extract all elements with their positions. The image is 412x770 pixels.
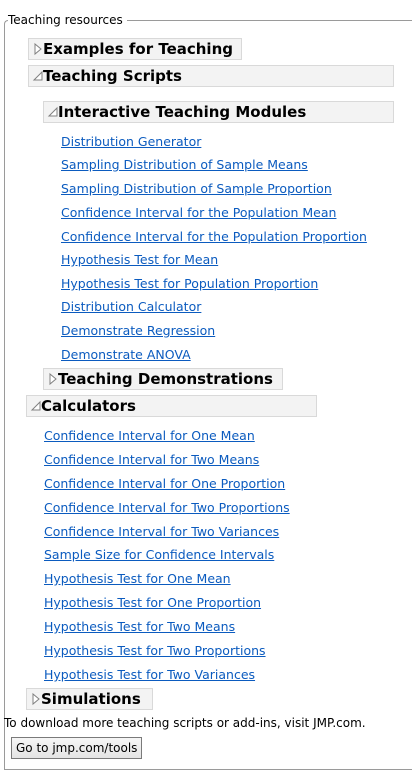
- link-ci-one-mean[interactable]: Confidence Interval for One Mean: [44, 428, 255, 444]
- disclosure-collapsed-icon[interactable]: [33, 42, 45, 56]
- link-ci-population-proportion[interactable]: Confidence Interval for the Population P…: [61, 229, 367, 245]
- outline-interactive-teaching-modules[interactable]: Interactive Teaching Modules: [43, 101, 394, 123]
- outline-label: Calculators: [41, 397, 136, 415]
- link-ht-two-means[interactable]: Hypothesis Test for Two Means: [44, 619, 235, 635]
- outline-teaching-scripts[interactable]: Teaching Scripts: [28, 65, 394, 87]
- outline-examples-for-teaching[interactable]: Examples for Teaching: [28, 38, 242, 60]
- link-demonstrate-regression[interactable]: Demonstrate Regression: [61, 323, 215, 339]
- link-ci-two-means[interactable]: Confidence Interval for Two Means: [44, 452, 259, 468]
- disclosure-expanded-icon[interactable]: [47, 106, 59, 120]
- link-ci-two-proportions[interactable]: Confidence Interval for Two Proportions: [44, 500, 290, 516]
- link-demonstrate-anova[interactable]: Demonstrate ANOVA: [61, 347, 191, 363]
- outline-simulations[interactable]: Simulations: [26, 688, 153, 710]
- outline-label: Teaching Scripts: [43, 67, 182, 85]
- disclosure-expanded-icon[interactable]: [30, 400, 42, 414]
- link-distribution-calculator[interactable]: Distribution Calculator: [61, 299, 201, 315]
- outline-teaching-demonstrations[interactable]: Teaching Demonstrations: [43, 368, 283, 390]
- outline-label: Interactive Teaching Modules: [58, 103, 307, 121]
- link-sampling-distribution-means[interactable]: Sampling Distribution of Sample Means: [61, 157, 308, 173]
- link-hypothesis-test-population-proportion[interactable]: Hypothesis Test for Population Proportio…: [61, 276, 318, 292]
- link-sampling-distribution-proportion[interactable]: Sampling Distribution of Sample Proporti…: [61, 181, 332, 197]
- link-ht-two-variances[interactable]: Hypothesis Test for Two Variances: [44, 667, 255, 683]
- go-to-jmp-tools-button[interactable]: Go to jmp.com/tools: [11, 737, 143, 759]
- link-distribution-generator[interactable]: Distribution Generator: [61, 134, 201, 150]
- teaching-resources-window: Teaching resources Examples for Teaching…: [0, 0, 412, 770]
- link-ci-two-variances[interactable]: Confidence Interval for Two Variances: [44, 524, 279, 540]
- outline-label: Examples for Teaching: [43, 40, 233, 58]
- outline-label: Teaching Demonstrations: [58, 370, 273, 388]
- disclosure-collapsed-icon[interactable]: [48, 372, 60, 386]
- link-hypothesis-test-mean[interactable]: Hypothesis Test for Mean: [61, 252, 218, 268]
- link-ci-one-proportion[interactable]: Confidence Interval for One Proportion: [44, 476, 285, 492]
- link-ht-one-proportion[interactable]: Hypothesis Test for One Proportion: [44, 595, 261, 611]
- disclosure-expanded-icon[interactable]: [32, 70, 44, 84]
- link-sample-size-ci[interactable]: Sample Size for Confidence Intervals: [44, 547, 274, 563]
- link-ht-one-mean[interactable]: Hypothesis Test for One Mean: [44, 571, 231, 587]
- link-ci-population-mean[interactable]: Confidence Interval for the Population M…: [61, 205, 336, 221]
- link-ht-two-proportions[interactable]: Hypothesis Test for Two Proportions: [44, 643, 266, 659]
- outline-label: Simulations: [41, 690, 141, 708]
- disclosure-collapsed-icon[interactable]: [31, 692, 43, 706]
- group-legend: Teaching resources: [8, 13, 127, 27]
- download-note: To download more teaching scripts or add…: [4, 716, 366, 730]
- outline-calculators[interactable]: Calculators: [26, 395, 317, 417]
